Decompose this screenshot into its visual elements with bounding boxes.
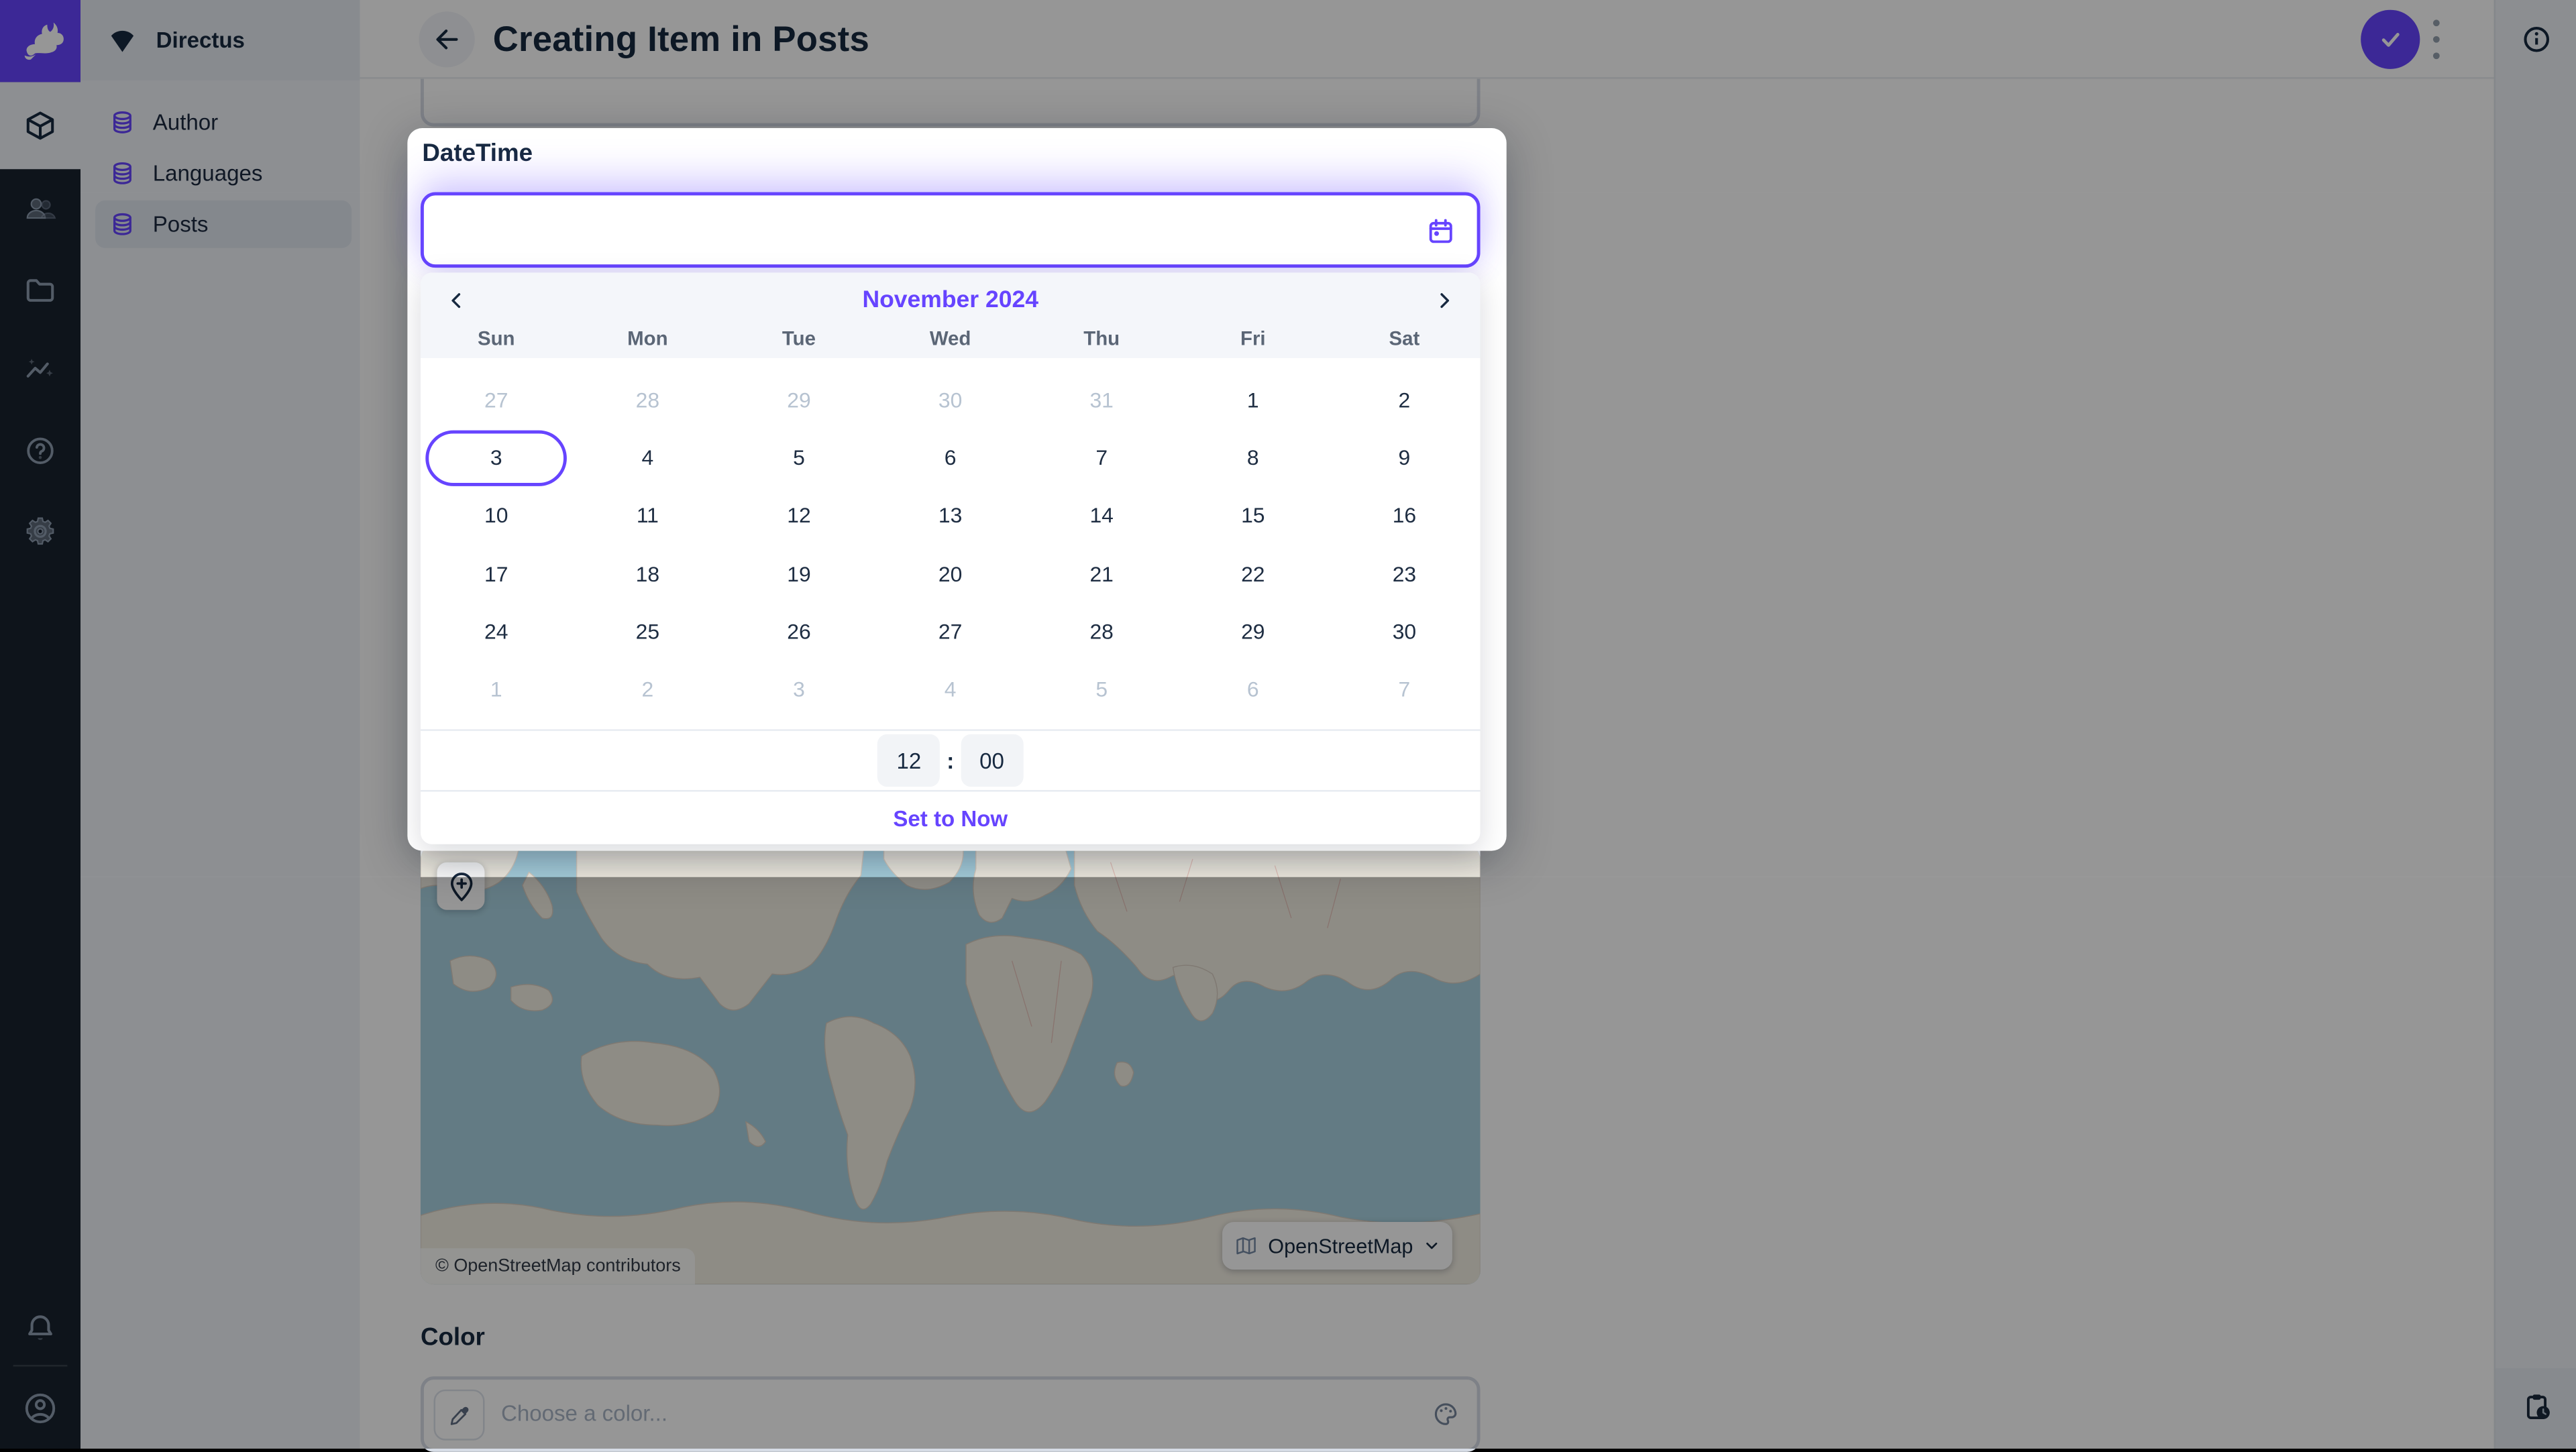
month-label[interactable]: November 2024 — [421, 288, 1481, 314]
calendar-header-band: November 2024 SunMonTueWedThuFriSat — [421, 273, 1481, 358]
datetime-field-label: DateTime — [422, 139, 533, 168]
day-cell[interactable]: 30 — [875, 371, 1026, 429]
set-to-now-button[interactable]: Set to Now — [893, 805, 1008, 830]
day-cell[interactable]: 2 — [1329, 371, 1481, 429]
selected-day-pill: 3 — [425, 430, 567, 486]
set-to-now-row: Set to Now — [421, 791, 1481, 844]
day-cell[interactable]: 30 — [1329, 602, 1481, 660]
day-cell[interactable]: 9 — [1329, 429, 1481, 487]
day-cell[interactable]: 7 — [1026, 429, 1177, 487]
day-cell[interactable]: 22 — [1177, 545, 1329, 602]
modal-overlay[interactable] — [1481, 192, 2576, 877]
day-cell[interactable]: 4 — [875, 660, 1026, 718]
day-cell[interactable]: 15 — [1177, 487, 1329, 545]
weekday-label: Sat — [1329, 327, 1481, 358]
day-cell[interactable]: 27 — [875, 602, 1026, 660]
day-cell[interactable]: 19 — [723, 545, 875, 602]
day-cell[interactable]: 16 — [1329, 487, 1481, 545]
day-cell[interactable]: 7 — [1329, 660, 1481, 718]
day-cell[interactable]: 26 — [723, 602, 875, 660]
day-cell[interactable]: 29 — [1177, 602, 1329, 660]
day-cell[interactable]: 4 — [572, 429, 724, 487]
weekday-label: Fri — [1177, 327, 1329, 358]
datetime-field-card: DateTime November 2024 SunM — [407, 128, 1506, 851]
day-cell[interactable]: 5 — [1026, 660, 1177, 718]
day-cell[interactable]: 24 — [421, 602, 572, 660]
weekday-label: Mon — [572, 327, 724, 358]
day-cell[interactable]: 28 — [572, 371, 724, 429]
day-cell[interactable]: 2 — [572, 660, 724, 718]
day-cell-selected[interactable]: 3 — [421, 429, 572, 487]
time-row: 12 : 00 — [421, 731, 1481, 790]
day-cell[interactable]: 23 — [1329, 545, 1481, 602]
directus-app: OpenStreetMap © OpenStreetMap contributo… — [0, 0, 2576, 1449]
day-cell[interactable]: 6 — [1177, 660, 1329, 718]
day-cell[interactable]: 5 — [723, 429, 875, 487]
modal-overlay[interactable] — [0, 192, 421, 877]
calendar-icon[interactable] — [1426, 217, 1456, 246]
weekday-label: Tue — [723, 327, 875, 358]
weekday-label: Thu — [1026, 327, 1177, 358]
weekday-label: Wed — [875, 327, 1026, 358]
day-cell[interactable]: 13 — [875, 487, 1026, 545]
weekday-header: SunMonTueWedThuFriSat — [421, 327, 1481, 358]
day-cell[interactable]: 17 — [421, 545, 572, 602]
day-cell[interactable]: 1 — [1177, 371, 1329, 429]
day-cell[interactable]: 20 — [875, 545, 1026, 602]
hour-input[interactable]: 12 — [877, 734, 940, 787]
day-cell[interactable]: 10 — [421, 487, 572, 545]
day-cell[interactable]: 11 — [572, 487, 724, 545]
minute-input[interactable]: 00 — [961, 734, 1023, 787]
day-cell[interactable]: 8 — [1177, 429, 1329, 487]
day-cell[interactable]: 3 — [723, 660, 875, 718]
day-cell[interactable]: 12 — [723, 487, 875, 545]
datetime-picker-menu: November 2024 SunMonTueWedThuFriSat 2728… — [421, 273, 1481, 844]
modal-overlay[interactable] — [0, 877, 2576, 1449]
day-cell[interactable]: 27 — [421, 371, 572, 429]
calendar-day-grid: 2728293031123456789101112131415161718192… — [421, 371, 1481, 718]
datetime-input[interactable] — [421, 192, 1481, 268]
day-cell[interactable]: 21 — [1026, 545, 1177, 602]
day-cell[interactable]: 29 — [723, 371, 875, 429]
day-cell[interactable]: 1 — [421, 660, 572, 718]
day-cell[interactable]: 25 — [572, 602, 724, 660]
day-cell[interactable]: 14 — [1026, 487, 1177, 545]
day-cell[interactable]: 31 — [1026, 371, 1177, 429]
day-cell[interactable]: 6 — [875, 429, 1026, 487]
weekday-label: Sun — [421, 327, 572, 358]
next-month-button[interactable] — [1423, 279, 1466, 322]
time-colon: : — [947, 748, 954, 773]
day-cell[interactable]: 18 — [572, 545, 724, 602]
day-cell[interactable]: 28 — [1026, 602, 1177, 660]
chevron-right-icon — [1433, 289, 1456, 312]
